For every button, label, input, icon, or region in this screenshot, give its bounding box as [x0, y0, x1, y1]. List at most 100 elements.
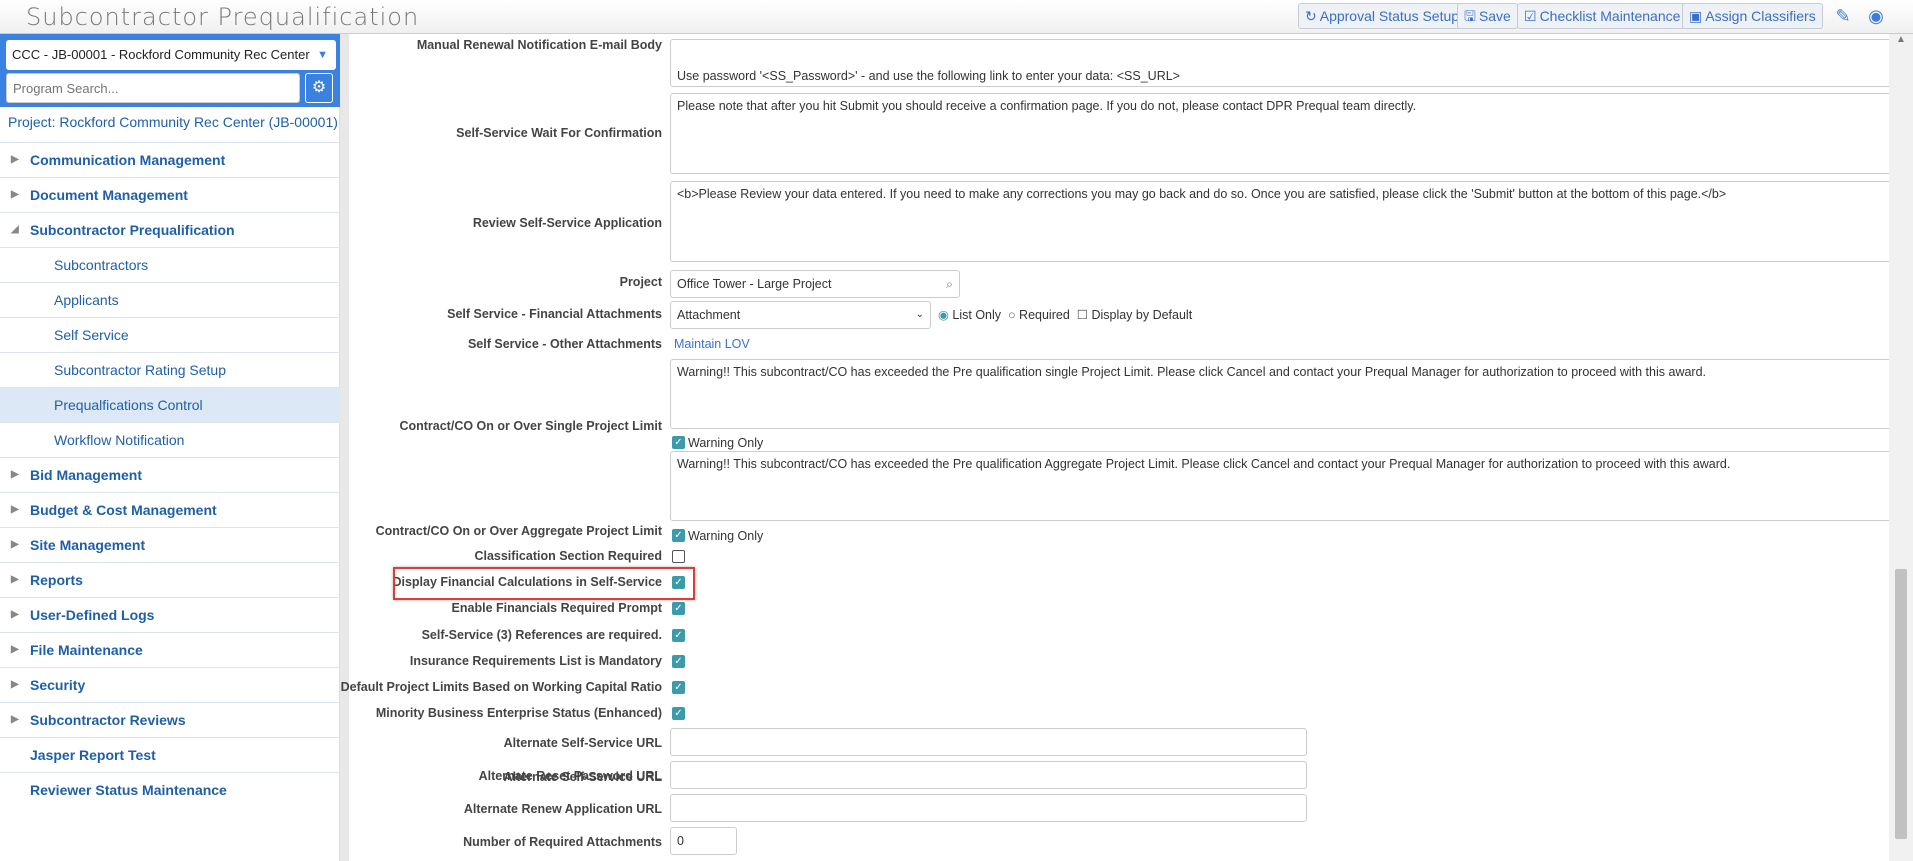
sidebar-item[interactable]: Prequalfications Control: [0, 387, 340, 422]
save-button[interactable]: 🖫 Save: [1457, 3, 1518, 29]
project-link[interactable]: Project: Rockford Community Rec Center (…: [8, 114, 338, 130]
review-application-label: Review Self-Service Application: [472, 216, 662, 230]
single-warning-checkbox[interactable]: ✓: [672, 436, 685, 449]
sidebar-item[interactable]: Jasper Report Test: [0, 737, 340, 772]
caret-right-icon: ▶: [11, 714, 19, 725]
num-attachments-label: Number of Required Attachments: [463, 835, 662, 849]
id-card-icon: ▣: [1689, 8, 1703, 24]
sidebar-item-label: Workflow Notification: [54, 432, 185, 448]
manual-renewal-textarea[interactable]: Use password '<SS_Password>' - and use t…: [670, 39, 1897, 87]
sidebar-item[interactable]: ▶ Reports: [0, 562, 340, 597]
sidebar-item[interactable]: Reviewer Status Maintenance: [0, 772, 340, 807]
num-attachments-input[interactable]: 0: [670, 827, 737, 855]
maintain-lov-link[interactable]: Maintain LOV: [674, 337, 750, 351]
sidebar-item[interactable]: ◢ Subcontractor Prequalification: [0, 212, 340, 247]
sidebar-item[interactable]: ▶ Subcontractor Reviews: [0, 702, 340, 737]
wait-confirmation-label: Self-Service Wait For Confirmation: [456, 126, 662, 140]
alt-ss-url-input[interactable]: [670, 728, 1307, 756]
review-application-textarea[interactable]: <b>Please Review your data entered. If y…: [670, 181, 1897, 262]
sidebar-item-label: Prequalfications Control: [54, 397, 203, 413]
setting-checkbox[interactable]: ✓: [672, 602, 685, 616]
select-value: Attachment: [677, 308, 741, 322]
sidebar-item[interactable]: ▶ Site Management: [0, 527, 340, 562]
edit-icon[interactable]: ✎: [1832, 6, 1854, 28]
project-value: Office Tower - Large Project: [677, 277, 832, 291]
sidebar-item[interactable]: ▶ Budget & Cost Management: [0, 492, 340, 527]
financial-attachments-select[interactable]: Attachment ⌄: [670, 301, 931, 329]
checklist-maintenance-button[interactable]: ☑ Checklist Maintenance: [1517, 3, 1688, 29]
sidebar-item[interactable]: ▶ Bid Management: [0, 457, 340, 492]
sidebar-item[interactable]: Subcontractor Rating Setup: [0, 352, 340, 387]
other-attachments-label: Self Service - Other Attachments: [467, 337, 662, 351]
sidebar-item[interactable]: ▶ Security: [0, 667, 340, 702]
list-only-radio[interactable]: ◉: [938, 308, 949, 322]
setting-checkbox[interactable]: ✓: [672, 681, 685, 694]
sidebar-item-label: Subcontractors: [54, 257, 149, 273]
user-profile-icon[interactable]: ◉: [1865, 6, 1887, 28]
main-scrollbar[interactable]: ▲: [1889, 34, 1913, 861]
scroll-up-icon[interactable]: ▲: [1889, 34, 1913, 45]
sidebar-item[interactable]: Subcontractors: [0, 247, 340, 282]
caret-down-icon: ◢: [11, 224, 19, 235]
approval-status-setup-button[interactable]: ↻ Approval Status Setup: [1298, 3, 1467, 29]
sidebar-item-label: Subcontractor Prequalification: [30, 222, 235, 238]
wait-confirmation-textarea[interactable]: Please note that after you hit Submit yo…: [670, 93, 1897, 174]
setting-checkbox[interactable]: ✓: [672, 707, 685, 721]
aggregate-warning-checkbox[interactable]: ✓: [672, 529, 685, 542]
setting-checkbox[interactable]: [672, 550, 685, 563]
list-only-label: List Only: [952, 308, 1002, 322]
sidebar-item-label: Subcontractor Rating Setup: [54, 362, 226, 378]
sidebar-item[interactable]: Applicants: [0, 282, 340, 317]
single-limit-textarea[interactable]: Warning!! This subcontract/CO has exceed…: [670, 359, 1897, 429]
caret-right-icon: ▶: [11, 679, 19, 690]
caret-right-icon: ▶: [11, 644, 19, 655]
display-default-checkbox[interactable]: ☐: [1077, 308, 1088, 322]
sidebar-item-label: Applicants: [54, 292, 119, 308]
sidebar-item-label: Bid Management: [30, 467, 143, 483]
display-default-label: Display by Default: [1091, 308, 1193, 322]
gear-icon[interactable]: ⚙: [305, 73, 333, 103]
sidebar-item-label: User-Defined Logs: [30, 607, 155, 623]
sidebar-item-label: Subcontractor Reviews: [30, 712, 186, 728]
save-icon: 🖫: [1464, 8, 1476, 24]
sidebar-controls: CCC - JB-00001 - Rockford Community Rec …: [0, 34, 340, 107]
project-select-value: CCC - JB-00001 - Rockford Community Rec …: [12, 47, 310, 62]
required-label: Required: [1019, 308, 1070, 322]
sidebar-item[interactable]: Self Service: [0, 317, 340, 352]
check-label: Enable Financials Required Prompt: [451, 601, 662, 616]
sidebar-item-label: File Maintenance: [30, 642, 143, 658]
button-label: Save: [1478, 8, 1511, 24]
scroll-thumb[interactable]: [1895, 569, 1907, 839]
sidebar-item[interactable]: ▶ Document Management: [0, 177, 340, 212]
caret-right-icon: ▶: [11, 609, 19, 620]
setting-checkbox[interactable]: ✓: [672, 628, 685, 642]
button-label: Checklist Maintenance: [1539, 8, 1681, 24]
search-icon[interactable]: ⌕: [946, 271, 953, 297]
project-input[interactable]: Office Tower - Large Project ⌕: [670, 270, 960, 298]
caret-right-icon: ▶: [11, 539, 19, 550]
aggregate-limit-textarea[interactable]: Warning!! This subcontract/CO has exceed…: [670, 451, 1897, 521]
program-search-input[interactable]: [6, 73, 300, 103]
project-select[interactable]: CCC - JB-00001 - Rockford Community Rec …: [6, 40, 336, 70]
sidebar-item[interactable]: ▶ Communication Management: [0, 142, 340, 177]
sidebar: CCC - JB-00001 - Rockford Community Rec …: [0, 34, 340, 861]
setting-checkbox[interactable]: ✓: [672, 654, 685, 668]
aggregate-warning-label: Warning Only: [688, 529, 764, 543]
sidebar-item-label: Security: [30, 677, 86, 693]
aggregate-limit-label: Contract/CO On or Over Aggregate Project…: [375, 524, 662, 538]
sidebar-item[interactable]: Workflow Notification: [0, 422, 340, 457]
sidebar-item-label: Site Management: [30, 537, 146, 553]
sidebar-item[interactable]: ▶ File Maintenance: [0, 632, 340, 667]
assign-classifiers-button[interactable]: ▣ Assign Classifiers: [1682, 3, 1823, 29]
sidebar-splitter[interactable]: [340, 34, 349, 861]
sidebar-item[interactable]: ▶ User-Defined Logs: [0, 597, 340, 632]
attachment-options: ◉ List Only ○ Required ☐ Display by Defa…: [938, 307, 1192, 322]
alt-renew-url-input[interactable]: [670, 794, 1307, 822]
check-label: Minority Business Enterprise Status (Enh…: [375, 706, 662, 721]
financial-attachments-label: Self Service - Financial Attachments: [447, 307, 662, 321]
single-warning-label: Warning Only: [688, 436, 764, 450]
caret-right-icon: ▶: [11, 504, 19, 515]
manual-renewal-label: Manual Renewal Notification E-mail Body: [416, 38, 662, 52]
alt-reset-url-input[interactable]: [670, 761, 1307, 789]
required-radio[interactable]: ○: [1008, 308, 1016, 322]
